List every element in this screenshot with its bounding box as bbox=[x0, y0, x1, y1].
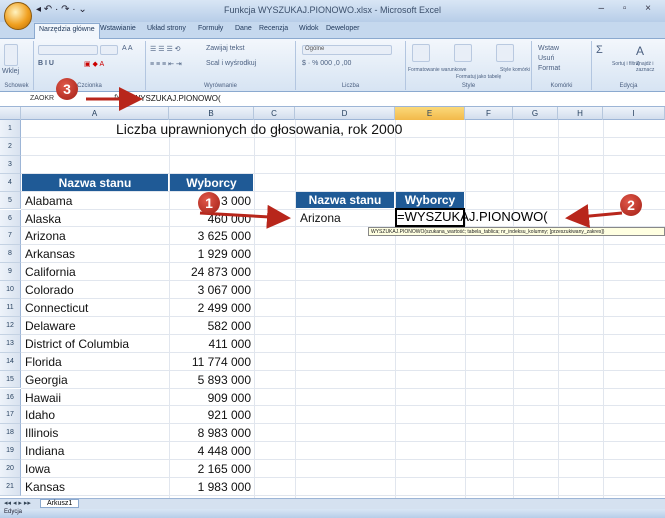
arrow-1 bbox=[199, 204, 291, 229]
callout-2-badge: 2 bbox=[620, 194, 642, 216]
callout-3-badge: 3 bbox=[56, 78, 78, 100]
callout-1-badge: 1 bbox=[198, 192, 220, 214]
callout-arrows bbox=[86, 87, 623, 229]
arrow-2 bbox=[565, 204, 623, 229]
